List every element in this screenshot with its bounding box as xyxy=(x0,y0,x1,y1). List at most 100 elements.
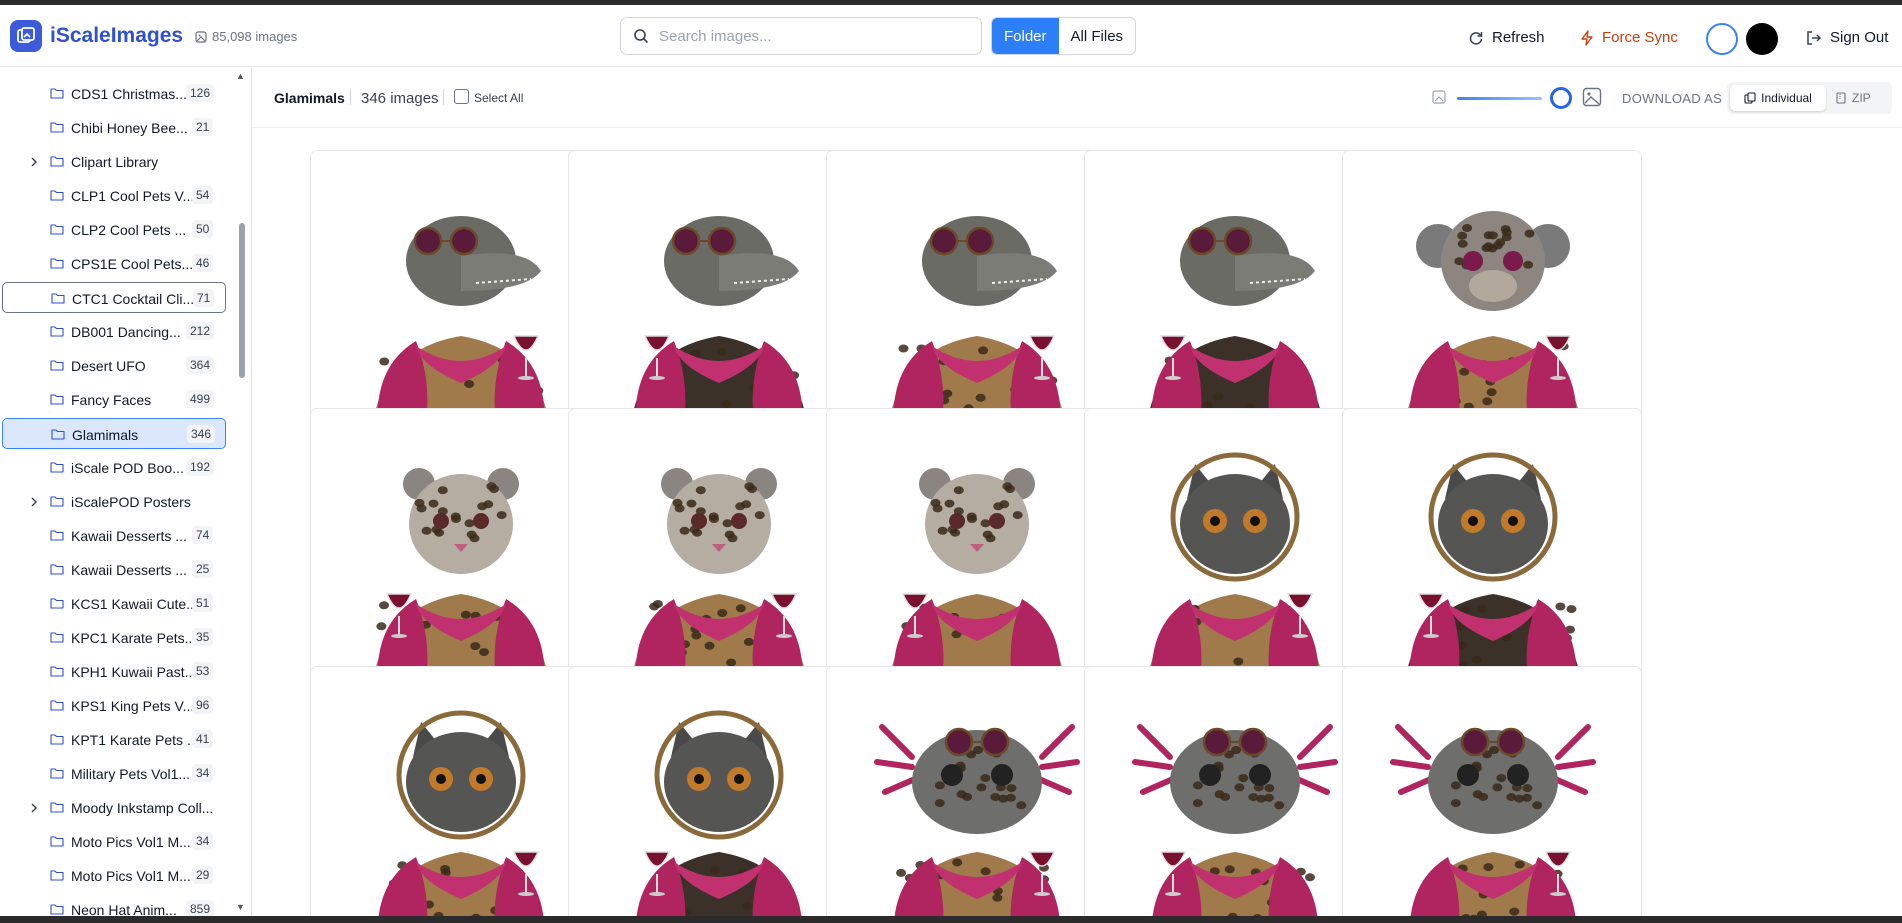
sidebar-folder-item[interactable]: Fancy Faces 499 xyxy=(2,384,226,415)
app-logo[interactable] xyxy=(10,20,42,52)
sidebar-folder-label: CPS1E Cool Pets... xyxy=(71,256,194,272)
sidebar-folder-item[interactable]: CPS1E Cool Pets... 46 xyxy=(2,248,226,279)
lightning-icon xyxy=(1581,29,1593,46)
sign-out-button[interactable]: Sign Out xyxy=(1806,29,1888,46)
sidebar-folder-label: KPH1 Kuwaii Past... xyxy=(71,664,197,680)
chevron-right-icon[interactable] xyxy=(29,495,39,513)
sidebar-folder-item[interactable]: CTC1 Cocktail Cli... 71 xyxy=(2,282,226,313)
image-card[interactable] xyxy=(1084,666,1384,916)
force-sync-label: Force Sync xyxy=(1602,29,1678,46)
folder-view-button[interactable]: Folder xyxy=(992,18,1059,54)
folder-icon xyxy=(50,732,64,750)
folder-icon xyxy=(50,256,64,274)
download-zip-button[interactable]: ZIP xyxy=(1835,85,1871,111)
chevron-right-icon[interactable] xyxy=(29,155,39,173)
sidebar-folder-item[interactable]: CLP2 Cool Pets ... 50 xyxy=(2,214,226,245)
sidebar-folder-item[interactable]: KPS1 King Pets V... 96 xyxy=(2,690,226,721)
sidebar-folder-label: Clipart Library xyxy=(71,154,159,170)
folder-icon xyxy=(50,596,64,614)
scroll-up-arrow[interactable]: ▲ xyxy=(236,71,245,81)
divider xyxy=(443,89,444,105)
select-all-label[interactable]: Select All xyxy=(474,91,523,105)
sidebar-folder-label: Chibi Honey Bee... xyxy=(71,120,188,136)
sidebar-folder-label: CLP2 Cool Pets ... xyxy=(71,222,187,238)
image-card[interactable] xyxy=(310,408,610,708)
chevron-right-icon[interactable] xyxy=(29,801,39,819)
image-card[interactable] xyxy=(826,666,1126,916)
sidebar-folder-item[interactable]: CLP1 Cool Pets V... 54 xyxy=(2,180,226,211)
sidebar-folder-label: CLP1 Cool Pets V... xyxy=(71,188,195,204)
copy-icon xyxy=(1744,92,1756,104)
sidebar-folder-label: CTC1 Cocktail Cli... xyxy=(72,291,195,307)
sign-out-label: Sign Out xyxy=(1830,29,1889,46)
image-card[interactable] xyxy=(1084,150,1384,450)
image-card[interactable] xyxy=(1342,666,1642,916)
crocodile-illustration xyxy=(1085,151,1383,449)
search-input[interactable] xyxy=(659,27,959,45)
sidebar-folder-item[interactable]: DB001 Dancing... 212 xyxy=(2,316,226,347)
folder-count-badge: 126 xyxy=(186,84,215,102)
dark-theme-button[interactable] xyxy=(1746,23,1778,55)
app-name[interactable]: iScaleImages xyxy=(50,24,183,48)
sidebar-folder-item[interactable]: Clipart Library xyxy=(2,146,226,177)
sidebar-folder-label: Kawaii Desserts ... xyxy=(71,562,187,578)
image-card[interactable] xyxy=(1084,408,1384,708)
sidebar-folder-item[interactable]: Desert UFO 364 xyxy=(2,350,226,381)
folder-count-badge: 34 xyxy=(192,764,214,782)
folder-count-badge: 50 xyxy=(192,220,214,238)
folder-count-badge: 53 xyxy=(192,662,214,680)
sidebar-folder-item[interactable]: Chibi Honey Bee... 21 xyxy=(2,112,226,143)
image-card[interactable] xyxy=(826,150,1126,450)
download-individual-button[interactable]: Individual xyxy=(1730,85,1826,111)
leopard-illustration xyxy=(827,409,1125,707)
cat-illustration xyxy=(1343,409,1641,707)
archive-icon xyxy=(1836,92,1846,104)
image-card[interactable] xyxy=(568,666,868,916)
light-theme-button[interactable] xyxy=(1706,23,1738,55)
sidebar-folder-item[interactable]: iScale POD Boo... 192 xyxy=(2,452,226,483)
image-card[interactable] xyxy=(568,150,868,450)
sidebar-folder-item[interactable]: iScalePOD Posters xyxy=(2,486,226,517)
folder-count-badge: 51 xyxy=(192,594,214,612)
refresh-label: Refresh xyxy=(1492,29,1545,46)
image-card[interactable] xyxy=(310,666,610,916)
folder-count-badge: 364 xyxy=(186,356,215,374)
sidebar-folder-item[interactable]: Neon Hat Anim... 859 xyxy=(2,894,226,916)
thumbnail-size-slider-handle[interactable] xyxy=(1550,87,1572,109)
force-sync-button[interactable]: Force Sync xyxy=(1580,29,1678,46)
refresh-button[interactable]: Refresh xyxy=(1468,29,1545,46)
sidebar-folder-item[interactable]: KCS1 Kawaii Cute... 51 xyxy=(2,588,226,619)
sidebar-folder-item[interactable]: Moody Inkstamp Coll... xyxy=(2,792,226,823)
image-icon xyxy=(195,30,207,43)
image-card[interactable] xyxy=(826,408,1126,708)
image-card[interactable] xyxy=(1342,150,1642,450)
leopard-illustration xyxy=(569,409,867,707)
folder-icon xyxy=(50,86,64,104)
sidebar-folder-label: Neon Hat Anim... xyxy=(71,902,177,916)
search-box[interactable] xyxy=(620,17,982,55)
sidebar-folder-item[interactable]: CDS1 Christmas... 126 xyxy=(2,78,226,109)
sidebar-folder-item[interactable]: Kawaii Desserts ... 25 xyxy=(2,554,226,585)
thumbnail-size-slider-track[interactable] xyxy=(1457,97,1542,100)
sidebar-folder-item[interactable]: Military Pets Vol1... 34 xyxy=(2,758,226,789)
sidebar-folder-item[interactable]: Glamimals 346 xyxy=(2,418,226,449)
image-card[interactable] xyxy=(568,408,868,708)
sidebar-folder-item[interactable]: KPT1 Karate Pets ... 41 xyxy=(2,724,226,755)
all-files-view-button[interactable]: All Files xyxy=(1058,18,1136,54)
image-card[interactable] xyxy=(1342,408,1642,708)
sidebar-folder-label: DB001 Dancing... xyxy=(71,324,181,340)
sidebar-folder-item[interactable]: KPH1 Kuwaii Past... 53 xyxy=(2,656,226,687)
sidebar-folder-item[interactable]: Moto Pics Vol1 M... 29 xyxy=(2,860,226,891)
sidebar-folder-label: iScalePOD Posters xyxy=(71,494,191,510)
sidebar-folder-item[interactable]: KPC1 Karate Pets... 35 xyxy=(2,622,226,653)
folder-count-badge: 21 xyxy=(192,118,214,136)
sidebar-folder-item[interactable]: Kawaii Desserts ... 74 xyxy=(2,520,226,551)
app-header: iScaleImages 85,098 images Folder All Fi… xyxy=(0,5,1902,67)
sidebar-folder-item[interactable]: Moto Pics Vol1 M... 34 xyxy=(2,826,226,857)
select-all-checkbox[interactable] xyxy=(454,89,469,104)
leopard-illustration xyxy=(311,409,609,707)
sidebar-scrollbar-thumb[interactable] xyxy=(239,223,245,378)
folder-icon xyxy=(50,324,64,342)
image-card[interactable] xyxy=(310,150,610,450)
scroll-down-arrow[interactable]: ▼ xyxy=(236,902,245,912)
